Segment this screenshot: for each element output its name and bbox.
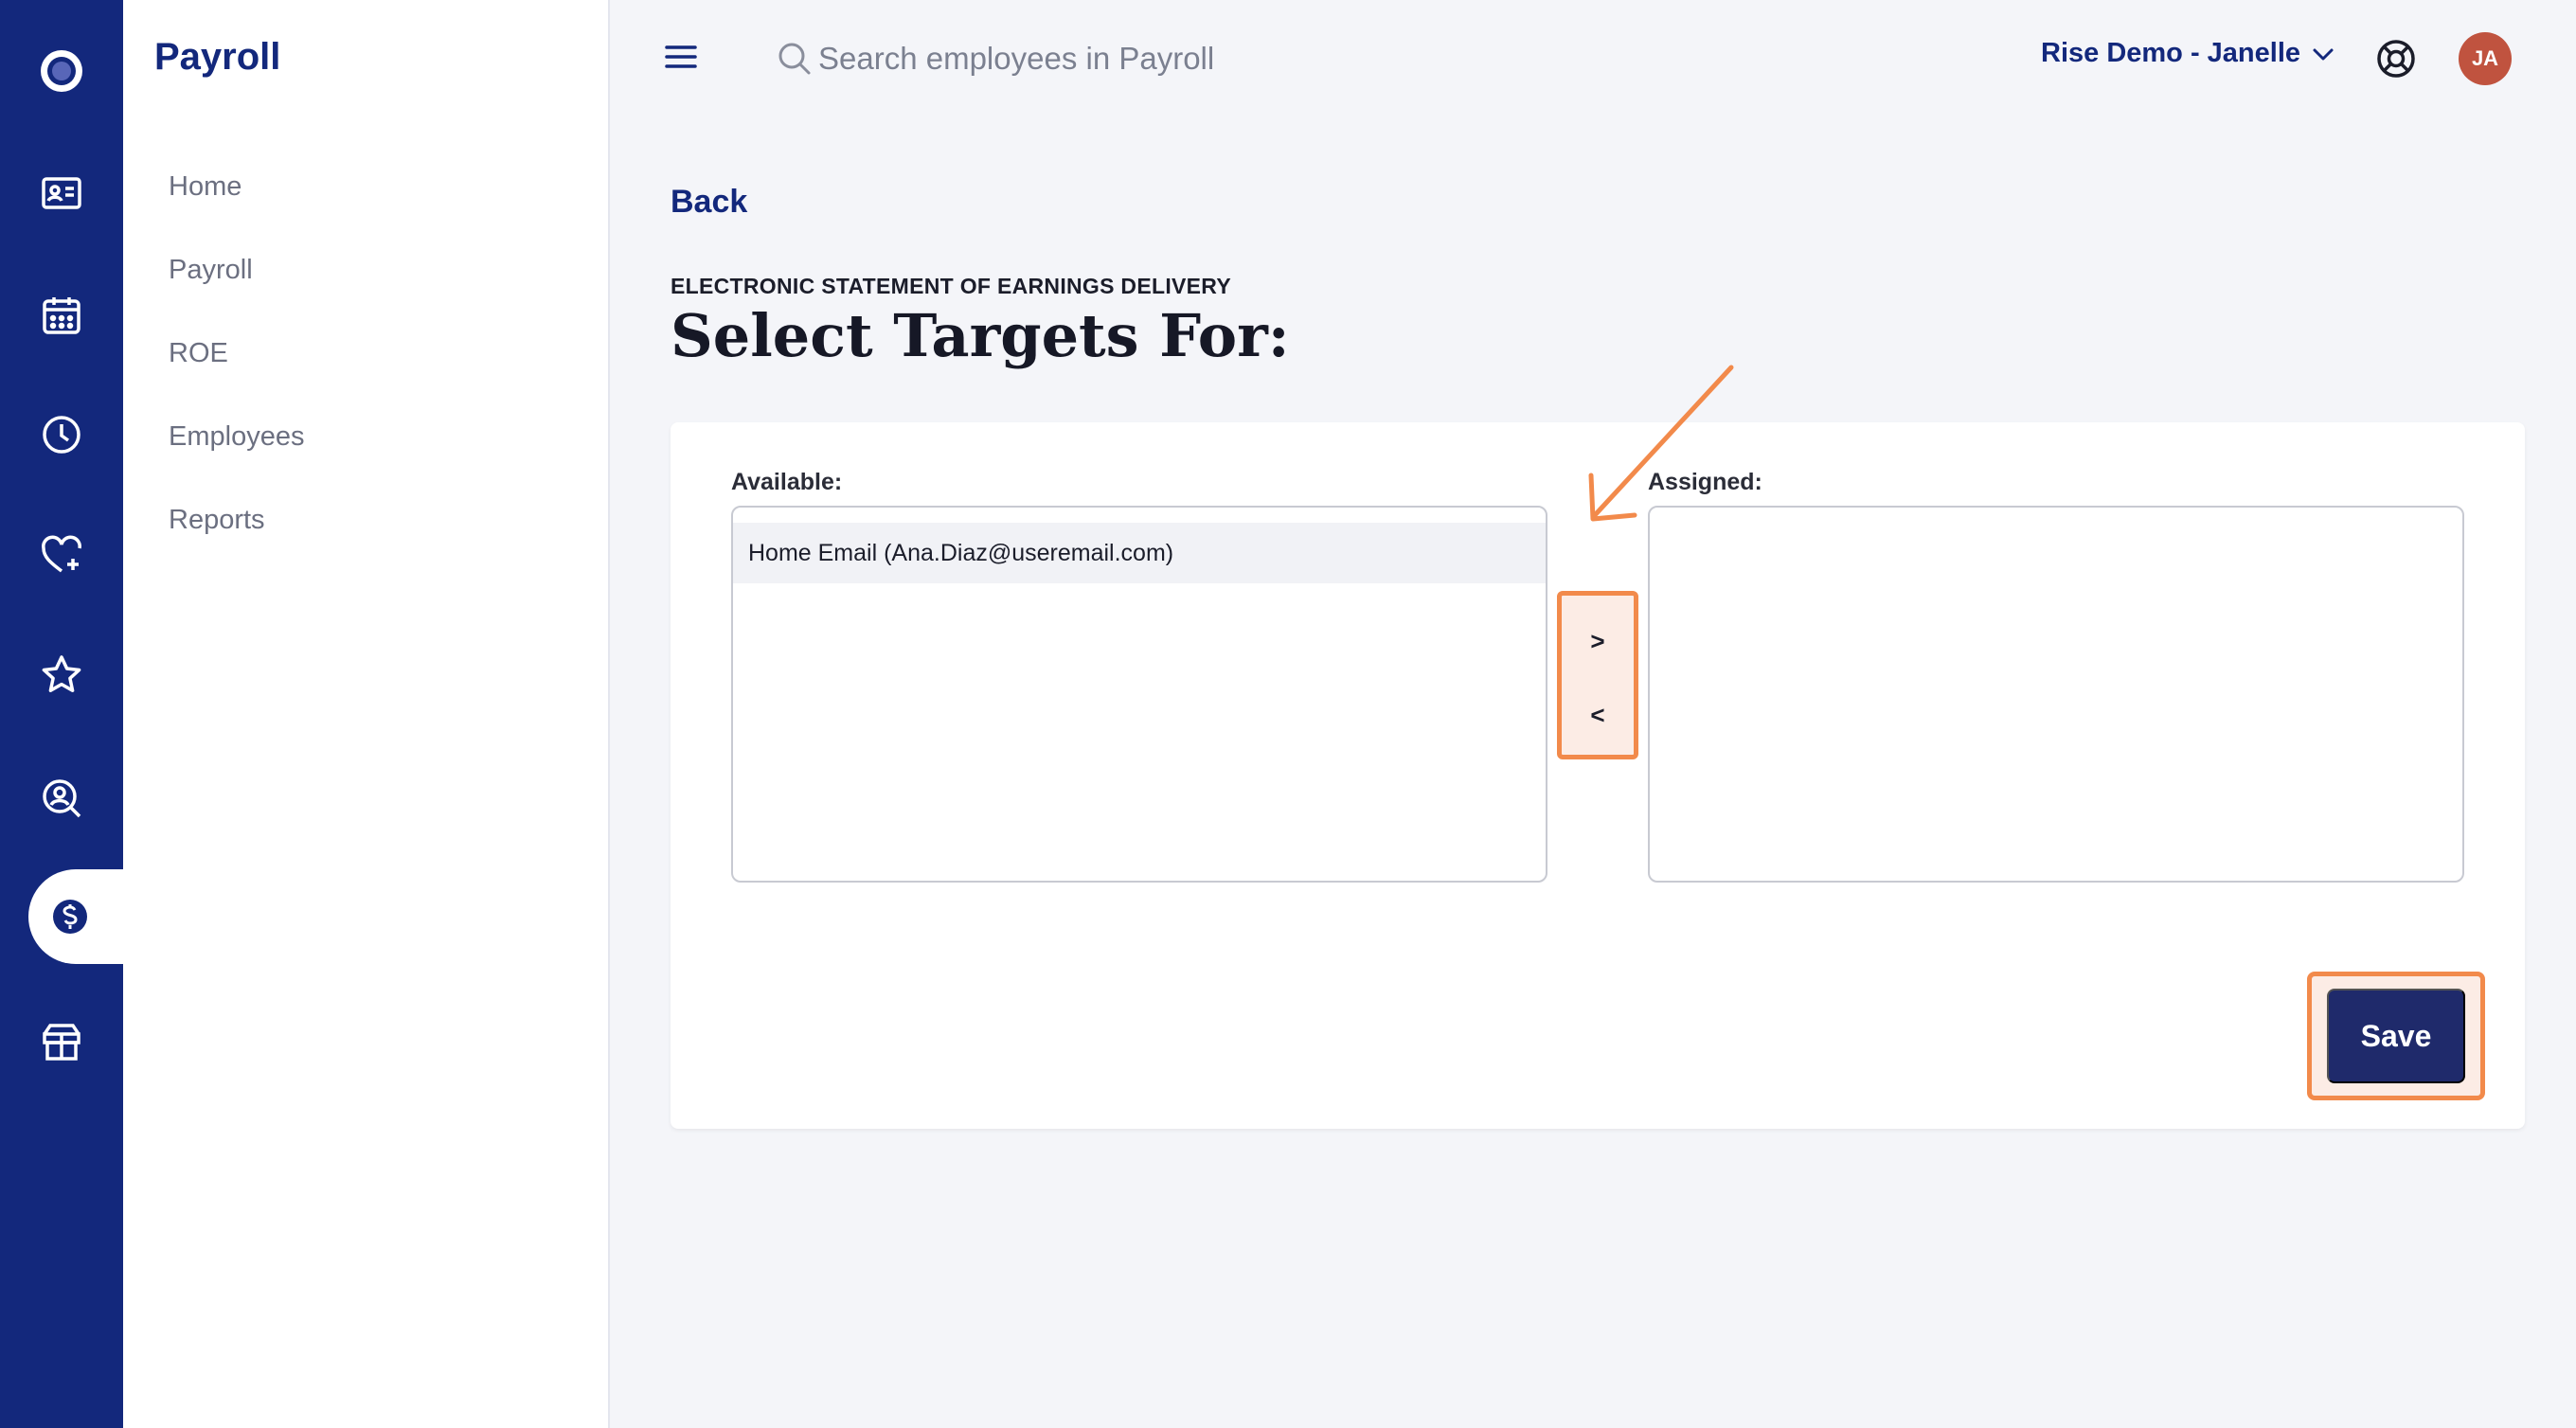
back-link[interactable]: Back — [671, 184, 747, 221]
move-left-button[interactable]: < — [1562, 687, 1634, 743]
sidebar-item-roe[interactable]: ROE — [169, 338, 228, 369]
sidebar-item-employees[interactable]: Employees — [169, 421, 304, 453]
available-listbox[interactable]: Home Email (Ana.Diaz@useremail.com) — [731, 506, 1547, 883]
heart-plus-icon[interactable] — [0, 509, 123, 603]
clock-icon[interactable] — [0, 387, 123, 482]
app-logo-icon[interactable] — [0, 24, 123, 118]
page-overline: ELECTRONIC STATEMENT OF EARNINGS DELIVER… — [671, 274, 1232, 298]
sidebar-item-reports[interactable]: Reports — [169, 505, 265, 536]
avatar[interactable]: JA — [2459, 32, 2512, 85]
calendar-icon[interactable] — [0, 268, 123, 363]
sidebar-item-home[interactable]: Home — [169, 171, 242, 203]
save-button[interactable]: Save — [2327, 989, 2465, 1083]
list-item[interactable]: Home Email (Ana.Diaz@useremail.com) — [733, 523, 1546, 583]
move-buttons-highlight: > < — [1557, 591, 1638, 759]
search-placeholder: Search employees in Payroll — [818, 41, 1215, 76]
help-lifebuoy-icon[interactable] — [2375, 38, 2417, 80]
search-input[interactable]: Search employees in Payroll — [777, 36, 1383, 81]
search-icon — [778, 43, 811, 75]
chevron-down-icon — [2313, 48, 2334, 60]
id-card-icon[interactable] — [0, 146, 123, 241]
sidebar-title: Payroll — [154, 36, 281, 78]
sidebar-item-payroll[interactable]: Payroll — [169, 255, 253, 286]
account-switcher[interactable]: Rise Demo - Janelle — [2041, 38, 2336, 69]
dollar-icon[interactable] — [28, 869, 123, 964]
available-label: Available: — [731, 469, 843, 495]
star-icon[interactable] — [0, 628, 123, 723]
payroll-sidebar: Payroll Home Payroll ROE Employees Repor… — [123, 0, 610, 1428]
hamburger-menu-icon[interactable] — [665, 44, 697, 70]
search-person-icon[interactable] — [0, 751, 123, 846]
move-right-button[interactable]: > — [1562, 613, 1634, 669]
app-rail — [0, 0, 123, 1428]
account-label: Rise Demo - Janelle — [2041, 38, 2300, 68]
annotation-arrow-icon — [1588, 365, 1734, 522]
gift-box-icon[interactable] — [0, 994, 123, 1089]
page-title: Select Targets For: — [671, 301, 1290, 370]
assigned-listbox[interactable] — [1648, 506, 2464, 883]
